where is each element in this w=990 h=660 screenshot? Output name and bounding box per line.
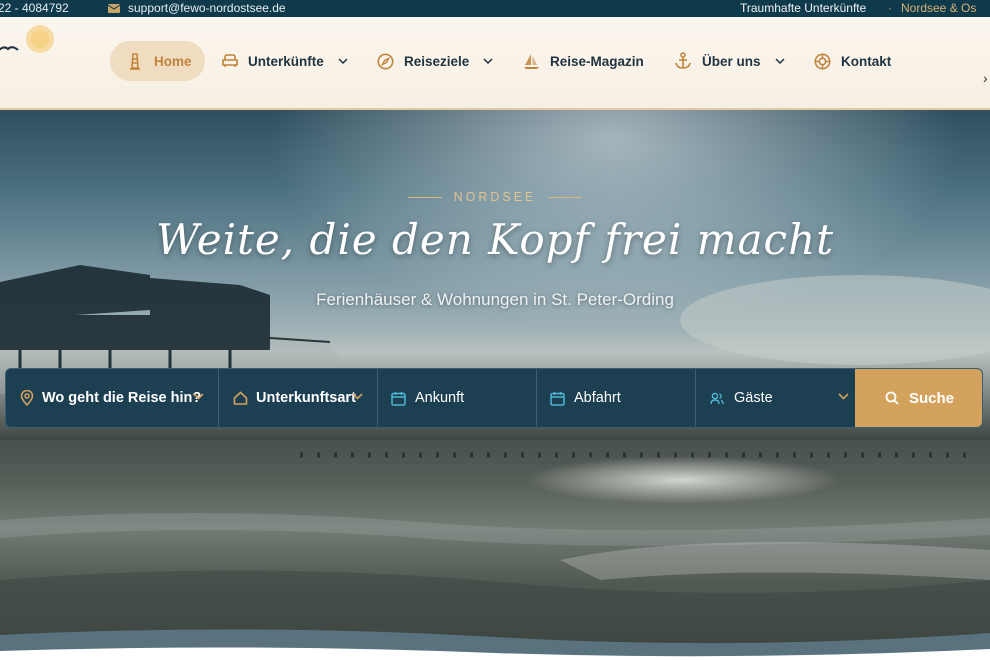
departure-label: Abfahrt [574, 390, 621, 406]
tagline: Traumhafte Unterkünfte [740, 1, 867, 15]
users-icon [710, 392, 724, 404]
logo-sun-icon[interactable] [0, 23, 66, 63]
nav-ueber-uns-label: Über uns [702, 53, 761, 69]
nav-reise-magazin[interactable]: Reise-Magazin [523, 41, 644, 81]
tagline-separator: · [888, 1, 892, 15]
destination-select[interactable]: Wo geht die Reise hin? [6, 369, 219, 427]
search-button-label: Suche [908, 389, 954, 407]
nav-kontakt-label: Kontakt [841, 53, 892, 69]
site-header: Home Unterkünfte Reiseziele Reise-Magazi… [0, 17, 990, 110]
nav-unterkuenfte[interactable]: Unterkünfte [222, 41, 348, 81]
phone-number[interactable]: 22 - 4084792 [0, 1, 69, 15]
house-icon [233, 391, 248, 405]
chevron-down-icon [193, 393, 204, 400]
top-bar: 22 - 4084792 support@fewo-nordostsee.de … [0, 0, 990, 17]
nav-kontakt[interactable]: Kontakt [814, 41, 891, 81]
menu-overflow-arrow-icon[interactable]: › [983, 70, 988, 86]
search-bar: Wo geht die Reise hin? Unterkunftsart An… [5, 368, 983, 428]
chevron-down-icon [352, 393, 363, 400]
nav-reise-magazin-label: Reise-Magazin [550, 53, 644, 69]
search-button[interactable]: Suche [855, 369, 982, 427]
armchair-icon [222, 54, 238, 67]
support-email[interactable]: support@fewo-nordostsee.de [128, 1, 286, 15]
wave-divider [0, 629, 990, 660]
chevron-down-icon [338, 58, 348, 64]
lighthouse-icon [130, 53, 140, 70]
nav-reiseziele-label: Reiseziele [404, 53, 470, 69]
chevron-down-icon [774, 58, 785, 64]
calendar-icon [391, 391, 406, 406]
calendar-icon [550, 391, 565, 406]
hero-headline: Weite, die den Kopf frei macht [155, 215, 835, 264]
nav-ueber-uns[interactable]: Über uns [674, 41, 785, 81]
search-icon [885, 391, 899, 405]
sailboat-icon [524, 53, 539, 69]
nav-reiseziele[interactable]: Reiseziele [377, 41, 493, 81]
hero-subline: Ferienhäuser & Wohnungen in St. Peter-Or… [316, 290, 674, 309]
guests-label: Gäste [734, 390, 773, 406]
arrival-date-field[interactable]: Ankunft [378, 369, 537, 427]
location-pin-icon [20, 390, 34, 406]
overline-rule [548, 197, 583, 199]
accommodation-type-select[interactable]: Unterkunftsart [219, 369, 378, 427]
accommodation-type-label: Unterkunftsart [256, 390, 356, 406]
regions-text: Nordsee & Os [901, 1, 977, 15]
chevron-down-icon [483, 58, 493, 64]
destination-label: Wo geht die Reise hin? [42, 390, 202, 406]
arrival-label: Ankunft [415, 390, 465, 406]
nav-unterkuenfte-label: Unterkünfte [248, 53, 324, 69]
compass-icon [377, 53, 394, 69]
hero-overline: NORDSEE [0, 190, 990, 204]
overline-rule [407, 197, 442, 199]
guests-select[interactable]: Gäste [696, 369, 855, 427]
nav-home-label: Home [154, 53, 192, 69]
nav-home[interactable]: Home [110, 41, 205, 81]
lifebuoy-icon [814, 53, 831, 69]
departure-date-field[interactable]: Abfahrt [537, 369, 696, 427]
hero-section: NORDSEE Weite, die den Kopf frei macht F… [0, 110, 990, 660]
mail-icon [108, 4, 120, 13]
hero-overline-text: NORDSEE [453, 190, 537, 204]
anchor-icon [675, 52, 691, 69]
chevron-down-icon [838, 393, 849, 400]
